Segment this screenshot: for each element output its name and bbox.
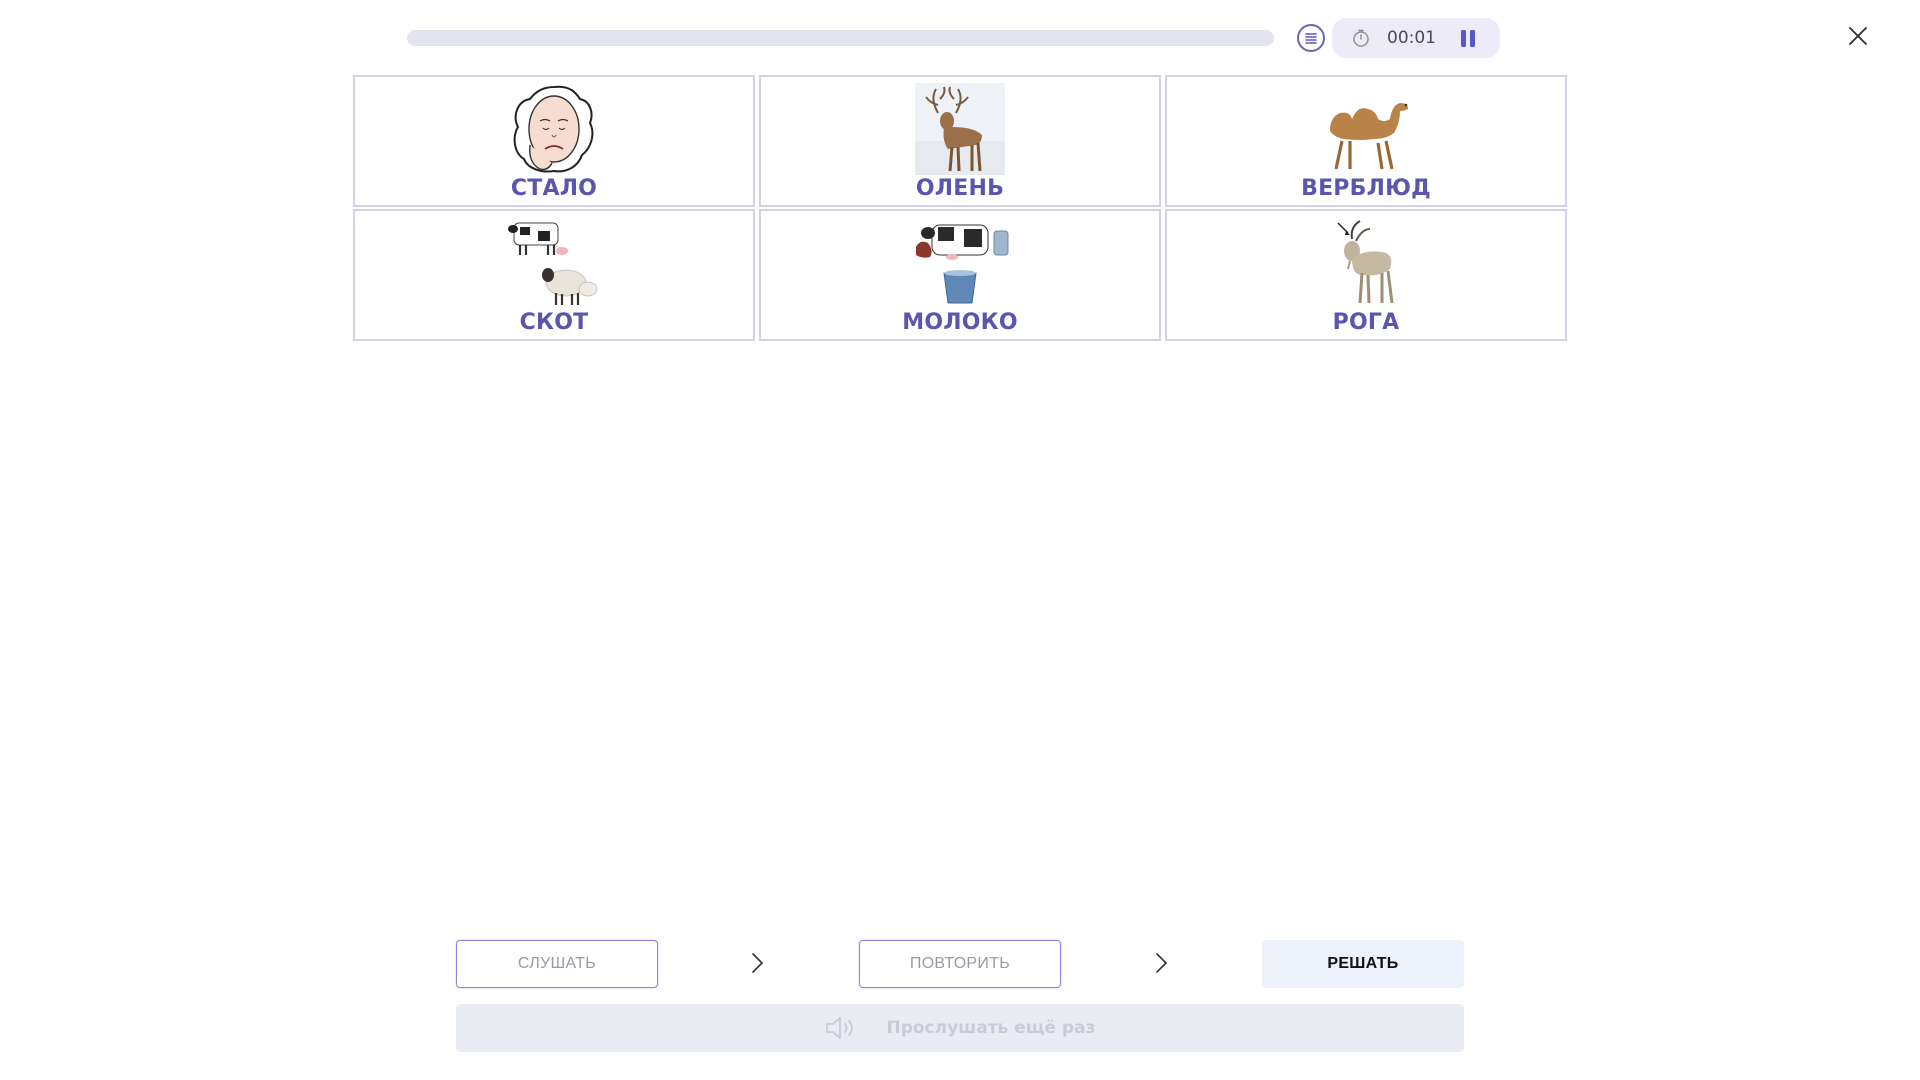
pause-icon (1461, 29, 1466, 47)
timer: 00:01 (1332, 18, 1500, 58)
word-card[interactable]: ВЕРБЛЮД (1165, 75, 1567, 207)
card-label: ВЕРБЛЮД (1301, 176, 1431, 201)
task-list-button[interactable] (1297, 24, 1325, 52)
close-button[interactable] (1846, 24, 1870, 48)
card-label: МОЛОКО (902, 310, 1018, 335)
listen-button[interactable]: СЛУШАТЬ (456, 940, 658, 988)
goat-horns-icon (1337, 220, 1394, 304)
close-icon (1849, 27, 1867, 45)
camel-icon (1330, 103, 1408, 170)
replay-label: Прослушать ещё раз (886, 1018, 1096, 1038)
replay-button[interactable]: Прослушать ещё раз (456, 1004, 1464, 1052)
word-card[interactable]: ОЛЕНЬ (759, 75, 1161, 207)
word-card[interactable]: СКОТ (353, 209, 755, 341)
milk-icon (916, 224, 1009, 304)
stopwatch-icon (1353, 29, 1369, 47)
repeat-button[interactable]: ПОВТОРИТЬ (859, 940, 1061, 988)
word-card[interactable]: МОЛОКО (759, 209, 1161, 341)
chevron-right-icon (752, 953, 764, 973)
card-label: СКОТ (519, 310, 589, 335)
speaker-icon (826, 1017, 854, 1039)
card-label: СТАЛО (510, 176, 598, 201)
card-label: РОГА (1332, 310, 1400, 335)
livestock-icon (508, 222, 598, 305)
progress-bar (407, 30, 1274, 46)
sad-face-icon (513, 85, 594, 173)
solve-button[interactable]: РЕШАТЬ (1262, 940, 1464, 988)
deer-icon (915, 83, 1005, 175)
word-card[interactable]: СТАЛО (353, 75, 755, 207)
word-card[interactable]: РОГА (1165, 209, 1567, 341)
card-label: ОЛЕНЬ (915, 176, 1005, 201)
pause-button[interactable] (1455, 25, 1481, 51)
list-icon (1305, 33, 1317, 44)
chevron-right-icon (1156, 953, 1168, 973)
timer-value: 00:01 (1387, 28, 1436, 48)
